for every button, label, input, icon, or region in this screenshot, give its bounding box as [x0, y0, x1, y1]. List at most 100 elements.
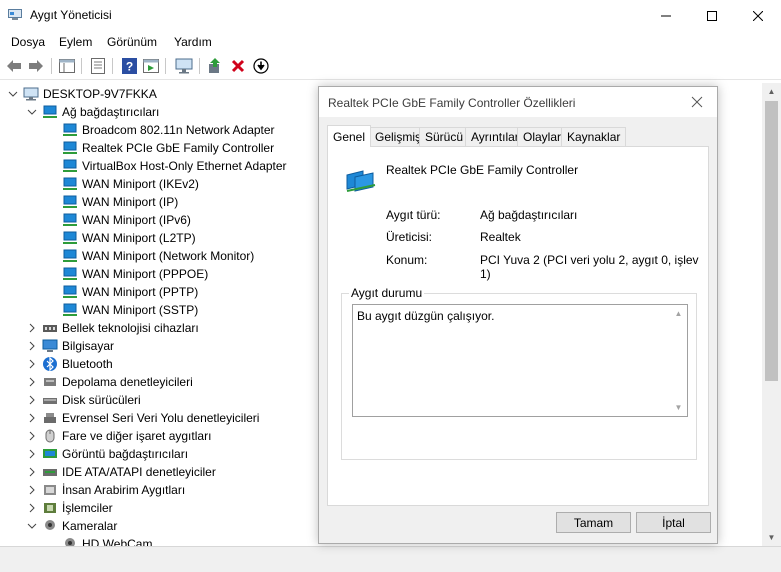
- tree-category[interactable]: İşlemciler: [26, 499, 113, 517]
- tree-category[interactable]: Disk sürücüleri: [26, 391, 141, 409]
- close-button[interactable]: [735, 0, 781, 31]
- chevron-right-icon[interactable]: [26, 502, 38, 514]
- menu-yardim[interactable]: Yardım: [174, 35, 212, 49]
- chevron-down-icon[interactable]: [26, 520, 38, 532]
- tree-device-network[interactable]: WAN Miniport (SSTP): [62, 301, 198, 319]
- chevron-right-icon[interactable]: [26, 322, 38, 334]
- device-label: Realtek PCIe GbE Family Controller: [82, 141, 275, 155]
- scroll-down-arrow-icon[interactable]: ▼: [670, 399, 687, 416]
- network-adapter-icon: [62, 194, 78, 210]
- chevron-right-icon[interactable]: [26, 448, 38, 460]
- network-adapter-icon: [62, 302, 78, 318]
- device-name: Realtek PCIe GbE Family Controller: [386, 163, 579, 177]
- general-tab-panel: Realtek PCIe GbE Family Controller Aygıt…: [327, 146, 709, 506]
- tree-device-network[interactable]: WAN Miniport (PPTP): [62, 283, 198, 301]
- chevron-right-icon[interactable]: [26, 412, 38, 424]
- tree-device-network[interactable]: VirtualBox Host-Only Ethernet Adapter: [62, 157, 287, 175]
- close-icon: [753, 10, 763, 21]
- category-label: Bellek teknolojisi cihazları: [62, 321, 199, 335]
- show-hide-tree-icon: [59, 59, 75, 73]
- tree-device-webcam[interactable]: HD WebCam: [62, 535, 152, 546]
- chevron-right-icon[interactable]: [26, 430, 38, 442]
- tab-surucu[interactable]: Sürücü: [419, 127, 470, 146]
- tree-category[interactable]: Bellek teknolojisi cihazları: [26, 319, 199, 337]
- toolbar-separator: [81, 58, 82, 74]
- tree-category[interactable]: Evrensel Seri Veri Yolu denetleyicileri: [26, 409, 259, 427]
- tree-device-network[interactable]: WAN Miniport (Network Monitor): [62, 247, 254, 265]
- scroll-up-arrow-icon[interactable]: ▲: [670, 305, 687, 322]
- tree-category[interactable]: Fare ve diğer işaret aygıtları: [26, 427, 211, 445]
- tree-device-network[interactable]: WAN Miniport (IKEv2): [62, 175, 199, 193]
- update-driver-button[interactable]: [206, 57, 224, 75]
- properties-button[interactable]: [89, 57, 107, 75]
- status-scrollbar[interactable]: ▲ ▼: [670, 305, 687, 416]
- tree-scrollbar[interactable]: ▲ ▼: [762, 83, 781, 546]
- tree-device-network[interactable]: WAN Miniport (PPPOE): [62, 265, 208, 283]
- toolbar: ?: [0, 53, 781, 80]
- cancel-button[interactable]: İptal: [636, 512, 711, 533]
- device-status-title: Aygıt durumu: [349, 286, 425, 300]
- network-adapter-large-icon: [346, 170, 376, 192]
- tree-category[interactable]: Kameralar: [26, 517, 117, 535]
- chevron-right-icon[interactable]: [26, 376, 38, 388]
- tree-device-network[interactable]: WAN Miniport (L2TP): [62, 229, 196, 247]
- bluetooth-icon: [42, 356, 58, 372]
- tree-category[interactable]: Bluetooth: [26, 355, 113, 373]
- minimize-button[interactable]: [643, 0, 689, 31]
- scan-hardware-button[interactable]: [175, 57, 193, 75]
- help-button[interactable]: ?: [120, 57, 138, 75]
- tree-device-network[interactable]: WAN Miniport (IP): [62, 193, 178, 211]
- manufacturer-label: Üreticisi:: [386, 230, 433, 244]
- device-label: WAN Miniport (PPPOE): [82, 267, 209, 281]
- camera-icon: [42, 518, 58, 534]
- network-adapter-icon: [62, 212, 78, 228]
- chevron-right-icon[interactable]: [26, 484, 38, 496]
- chevron-right-icon[interactable]: [26, 394, 38, 406]
- chevron-right-icon[interactable]: [26, 466, 38, 478]
- tree-category[interactable]: IDE ATA/ATAPI denetleyiciler: [26, 463, 216, 481]
- mouse-icon: [42, 428, 58, 444]
- install-arrow-icon: [253, 58, 269, 74]
- tree-category[interactable]: Görüntü bağdaştırıcıları: [26, 445, 188, 463]
- tab-genel[interactable]: Genel: [327, 125, 372, 147]
- tree-category-network[interactable]: Ağ bağdaştırıcıları: [26, 103, 159, 121]
- tree-category[interactable]: Bilgisayar: [26, 337, 114, 355]
- scroll-down-arrow-icon[interactable]: ▼: [762, 529, 781, 546]
- back-icon: [7, 60, 21, 72]
- category-label: Kameralar: [62, 519, 118, 533]
- show-hide-tree-button[interactable]: [58, 57, 76, 75]
- maximize-button[interactable]: [689, 0, 735, 31]
- tree-category[interactable]: İnsan Arabirim Aygıtları: [26, 481, 185, 499]
- location-label: Konum:: [386, 253, 428, 267]
- install-button[interactable]: [252, 57, 270, 75]
- tree-root[interactable]: DESKTOP-9V7FKKA: [7, 85, 157, 103]
- scroll-thumb[interactable]: [765, 101, 778, 381]
- ok-button[interactable]: Tamam: [556, 512, 631, 533]
- tree-category[interactable]: Depolama denetleyicileri: [26, 373, 193, 391]
- chevron-down-icon[interactable]: [26, 106, 38, 118]
- menu-eylem[interactable]: Eylem: [59, 35, 92, 49]
- chevron-right-icon[interactable]: [26, 340, 38, 352]
- run-action-button[interactable]: [142, 57, 160, 75]
- menu-gorunum[interactable]: Görünüm: [107, 35, 157, 49]
- device-status-group: Aygıt durumu Bu aygıt düzgün çalışıyor. …: [341, 286, 697, 460]
- dialog-close-icon[interactable]: [689, 94, 705, 110]
- forward-button[interactable]: [27, 57, 45, 75]
- tree-device-network[interactable]: Broadcom 802.11n Network Adapter: [62, 121, 275, 139]
- device-status-textbox[interactable]: Bu aygıt düzgün çalışıyor. ▲ ▼: [352, 304, 688, 417]
- tree-device-network[interactable]: Realtek PCIe GbE Family Controller: [62, 139, 274, 157]
- scroll-up-arrow-icon[interactable]: ▲: [762, 83, 781, 100]
- category-label: Görüntü bağdaştırıcıları: [62, 447, 189, 461]
- dialog-title: Realtek PCIe GbE Family Controller Özell…: [328, 96, 576, 110]
- uninstall-button[interactable]: [229, 57, 247, 75]
- help-icon: ?: [121, 58, 137, 74]
- chevron-right-icon[interactable]: [26, 358, 38, 370]
- tab-ayrintilar[interactable]: Ayrıntılar: [465, 127, 525, 146]
- category-label: Ağ bağdaştırıcıları: [62, 105, 160, 119]
- tab-kaynaklar[interactable]: Kaynaklar: [561, 127, 627, 146]
- menu-dosya[interactable]: Dosya: [11, 35, 45, 49]
- chevron-down-icon[interactable]: [7, 88, 19, 100]
- tree-device-network[interactable]: WAN Miniport (IPv6): [62, 211, 191, 229]
- tab-olaylar[interactable]: Olaylar: [517, 127, 568, 146]
- back-button[interactable]: [5, 57, 23, 75]
